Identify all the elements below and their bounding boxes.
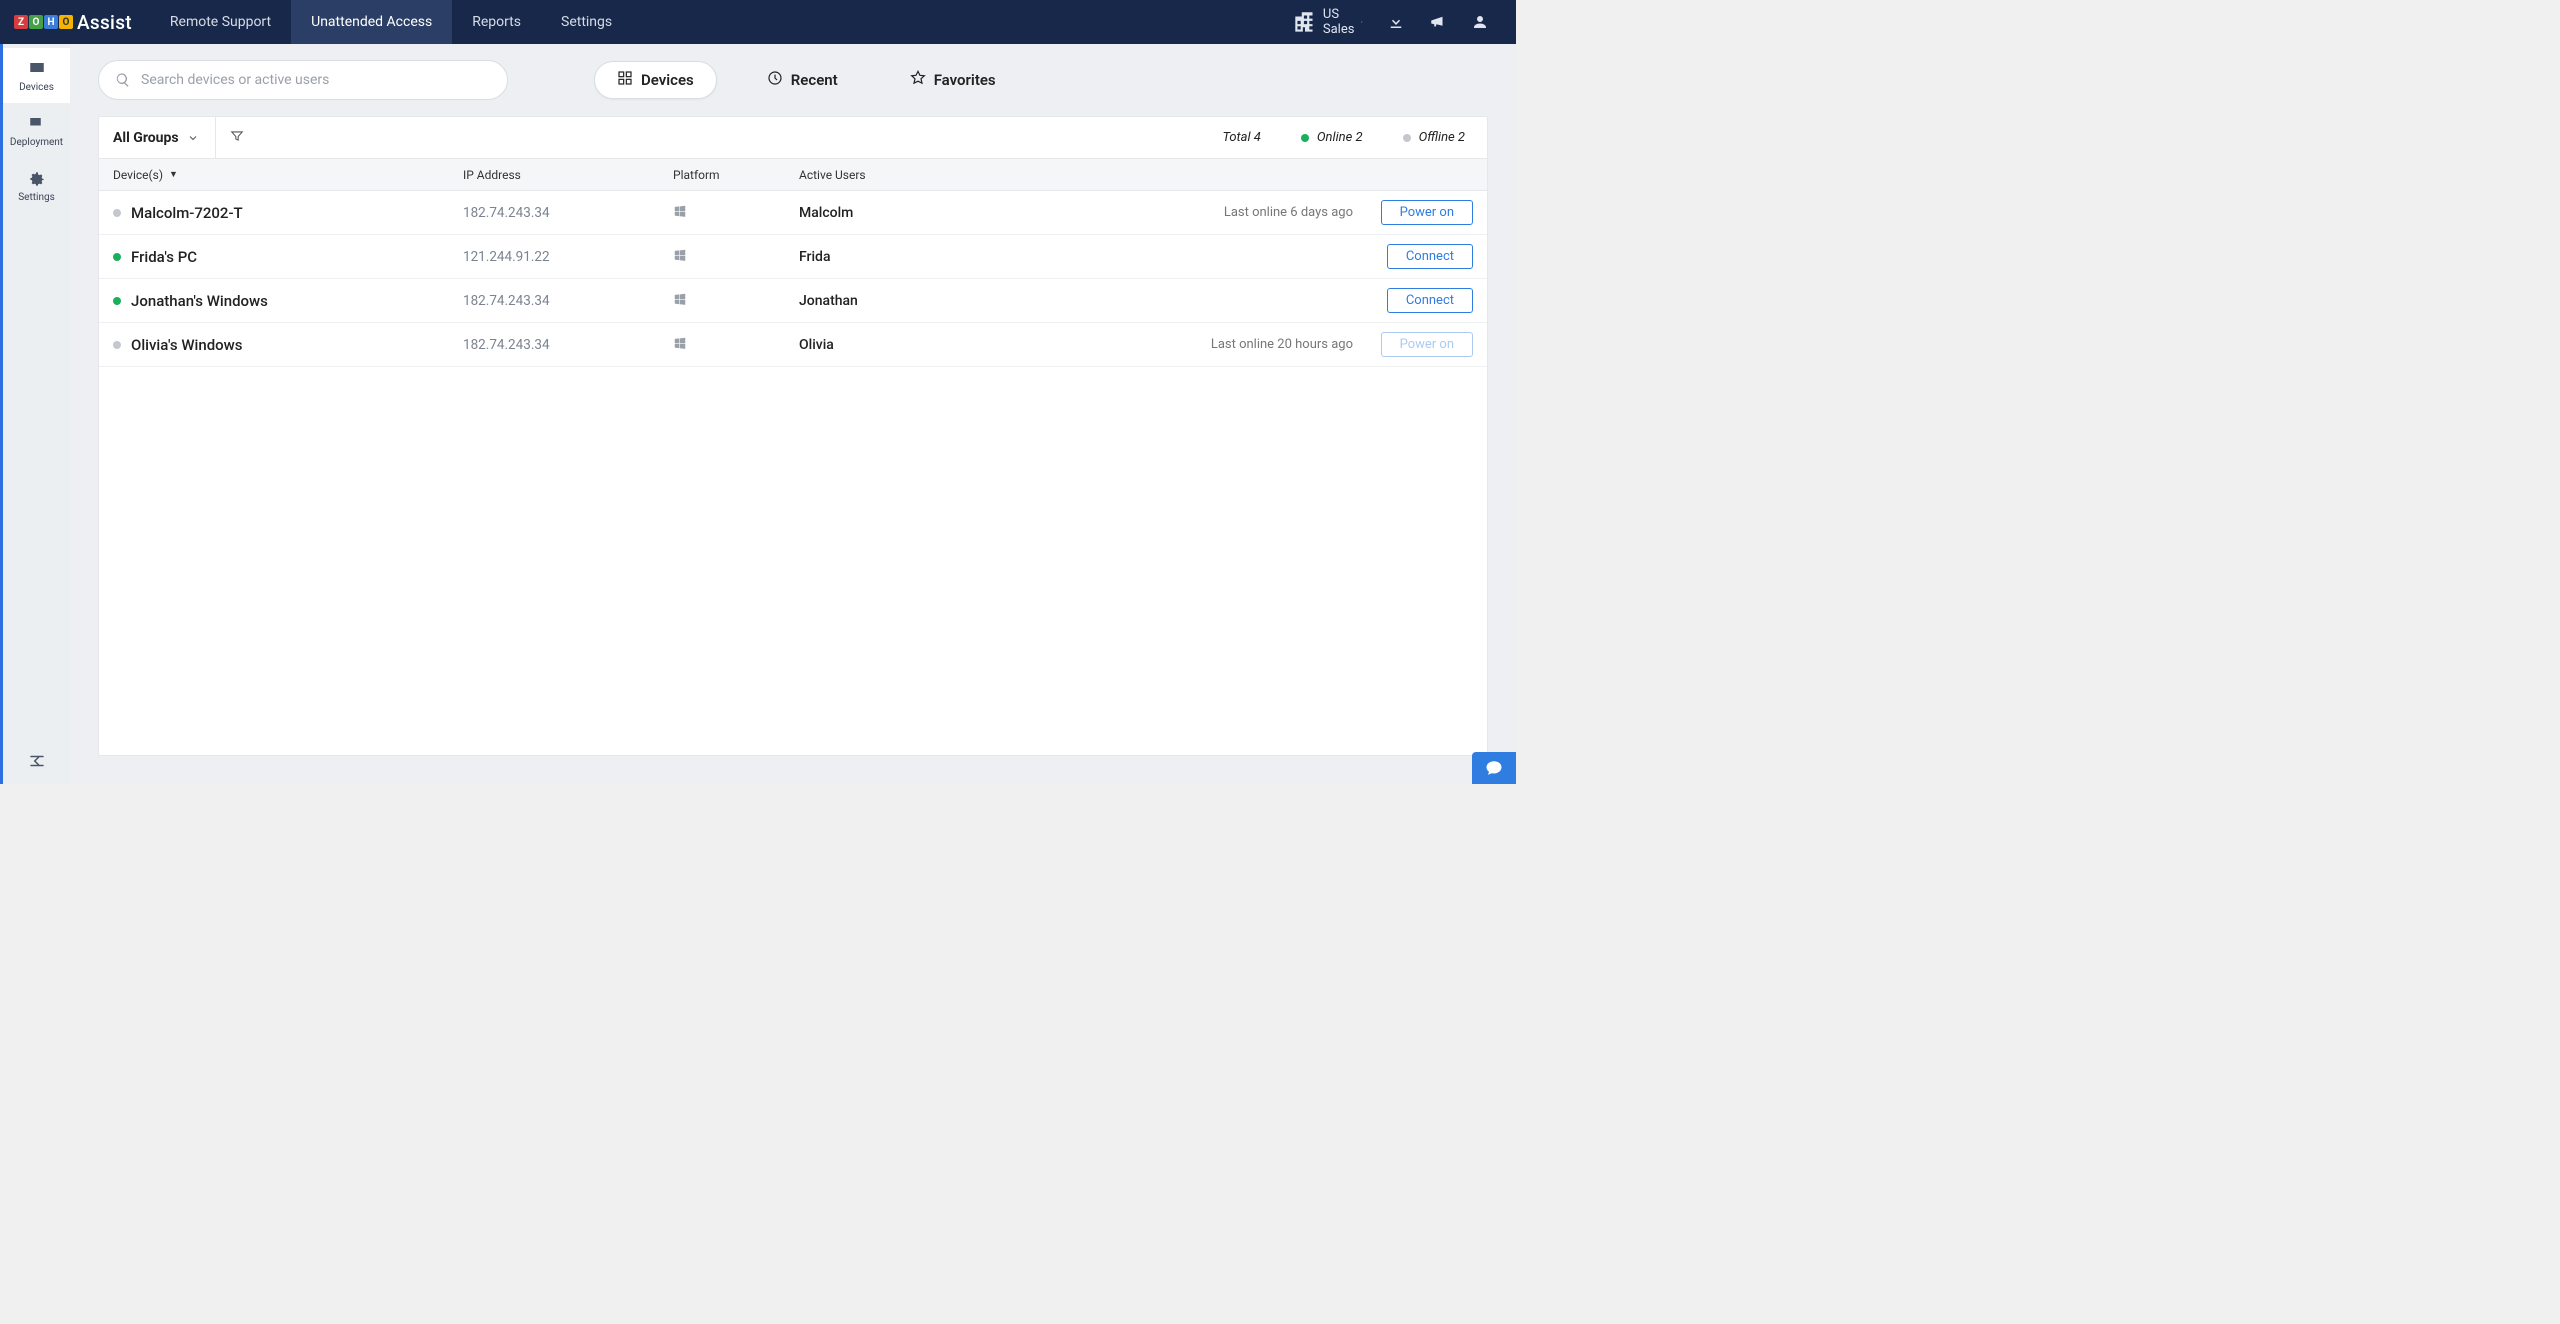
table-row[interactable]: Jonathan's Windows 182.74.243.34 Jonathan C…: [99, 279, 1487, 323]
status-dot-icon: [113, 341, 121, 349]
stat-online: Online 2: [1301, 130, 1363, 145]
top-nav: Z O H O Assist Remote SupportUnattended …: [0, 0, 1516, 44]
app-root: Z O H O Assist Remote SupportUnattended …: [0, 0, 1516, 784]
ip-address: 182.74.243.34: [463, 205, 673, 221]
sidebar-label: Deployment: [10, 137, 63, 148]
filter-icon[interactable]: [230, 129, 244, 147]
topnav-remote-support[interactable]: Remote Support: [150, 0, 291, 44]
platform-cell: [673, 248, 799, 266]
active-user: Olivia: [799, 337, 1069, 353]
tab-devices[interactable]: Devices: [594, 61, 717, 99]
search-box[interactable]: [98, 60, 508, 100]
gear-icon: [26, 170, 48, 188]
active-user: Frida: [799, 249, 1069, 265]
topnav-right: US Sales: [1283, 3, 1516, 41]
col-platform[interactable]: Platform: [673, 168, 799, 182]
sidebar: Devices Deployment Settings: [0, 44, 70, 784]
windows-icon: [673, 250, 687, 266]
topnav-settings[interactable]: Settings: [541, 0, 632, 44]
tab-favorites[interactable]: Favorites: [888, 62, 1018, 98]
stat-total: Total 4: [1222, 130, 1260, 145]
platform-cell: [673, 292, 799, 310]
sidebar-label: Devices: [19, 82, 54, 93]
device-name: Frida's PC: [131, 248, 197, 266]
zoho-logo-icon: Z O H O: [14, 15, 73, 29]
tab-recent[interactable]: Recent: [745, 62, 860, 98]
collapse-sidebar-button[interactable]: [3, 752, 70, 770]
topnav-reports[interactable]: Reports: [452, 0, 541, 44]
device-name: Jonathan's Windows: [131, 292, 268, 310]
status-dot-icon: [113, 209, 121, 217]
platform-cell: [673, 204, 799, 222]
device-name: Malcolm-7202-T: [131, 204, 243, 222]
monitor-icon: [26, 60, 48, 78]
search-input[interactable]: [141, 72, 491, 88]
windows-icon: [673, 206, 687, 222]
table-header: Device(s) ▼ IP Address Platform Active U…: [99, 159, 1487, 191]
tab-icon: [910, 70, 926, 90]
caret-down-icon: [1360, 17, 1364, 27]
last-online: Last online 6 days ago: [1069, 205, 1353, 220]
active-user: Malcolm: [799, 205, 1069, 221]
status-dot-icon: [113, 297, 121, 305]
main: Devices Recent Favorites All Groups Total …: [70, 44, 1516, 784]
announcement-icon[interactable]: [1428, 12, 1448, 32]
sidebar-item-settings[interactable]: Settings: [3, 158, 70, 213]
connect-button[interactable]: Connect: [1387, 244, 1473, 269]
download-icon[interactable]: [1386, 12, 1406, 32]
windows-icon: [673, 338, 687, 354]
online-dot-icon: [1301, 134, 1309, 142]
ip-address: 182.74.243.34: [463, 293, 673, 309]
view-tabs: Devices Recent Favorites: [594, 61, 1018, 99]
table-row[interactable]: Olivia's Windows 182.74.243.34 OliviaLast …: [99, 323, 1487, 367]
tab-icon: [617, 70, 633, 90]
table-row[interactable]: Malcolm-7202-T 182.74.243.34 MalcolmLast o…: [99, 191, 1487, 235]
status-dot-icon: [113, 253, 121, 261]
sort-indicator-icon: ▼: [169, 169, 178, 180]
toolbar: Devices Recent Favorites: [70, 44, 1516, 116]
offline-dot-icon: [1403, 134, 1411, 142]
col-ip[interactable]: IP Address: [463, 168, 673, 182]
platform-cell: [673, 336, 799, 354]
logo: Z O H O Assist: [0, 11, 150, 34]
sidebar-item-deployment[interactable]: Deployment: [3, 103, 70, 158]
monitor-plus-icon: [26, 115, 48, 133]
stat-offline: Offline 2: [1403, 130, 1465, 145]
table-body: Malcolm-7202-T182.74.243.34MalcolmLast o…: [99, 191, 1487, 367]
chat-fab[interactable]: [1472, 752, 1516, 784]
tab-icon: [767, 70, 783, 90]
power-on-button[interactable]: Power on: [1381, 332, 1473, 357]
topnav-unattended-access[interactable]: Unattended Access: [291, 0, 452, 44]
active-user: Jonathan: [799, 293, 1069, 309]
filter-bar: All Groups Total 4 Online 2 Offline 2: [99, 117, 1487, 159]
chevron-down-icon: [187, 132, 199, 144]
last-online: Last online 20 hours ago: [1069, 337, 1353, 352]
connect-button[interactable]: Connect: [1387, 288, 1473, 313]
building-icon: [1291, 9, 1317, 35]
table-row[interactable]: Frida's PC 121.244.91.22 Frida Connect: [99, 235, 1487, 279]
ip-address: 182.74.243.34: [463, 337, 673, 353]
ip-address: 121.244.91.22: [463, 249, 673, 265]
windows-icon: [673, 294, 687, 310]
col-device[interactable]: Device(s) ▼: [113, 168, 463, 182]
org-selector[interactable]: US Sales: [1283, 3, 1372, 41]
user-icon[interactable]: [1470, 12, 1490, 32]
body: Devices Deployment Settings Devices Recent F…: [0, 44, 1516, 784]
group-selector[interactable]: All Groups: [113, 117, 216, 158]
sidebar-label: Settings: [18, 192, 55, 203]
org-name: US Sales: [1323, 7, 1355, 37]
product-name: Assist: [77, 11, 132, 34]
device-name: Olivia's Windows: [131, 336, 243, 354]
content-card: All Groups Total 4 Online 2 Offline 2 De…: [98, 116, 1488, 756]
power-on-button[interactable]: Power on: [1381, 200, 1473, 225]
sidebar-item-devices[interactable]: Devices: [3, 48, 70, 103]
search-icon: [115, 72, 131, 88]
col-user[interactable]: Active Users: [799, 168, 1069, 182]
